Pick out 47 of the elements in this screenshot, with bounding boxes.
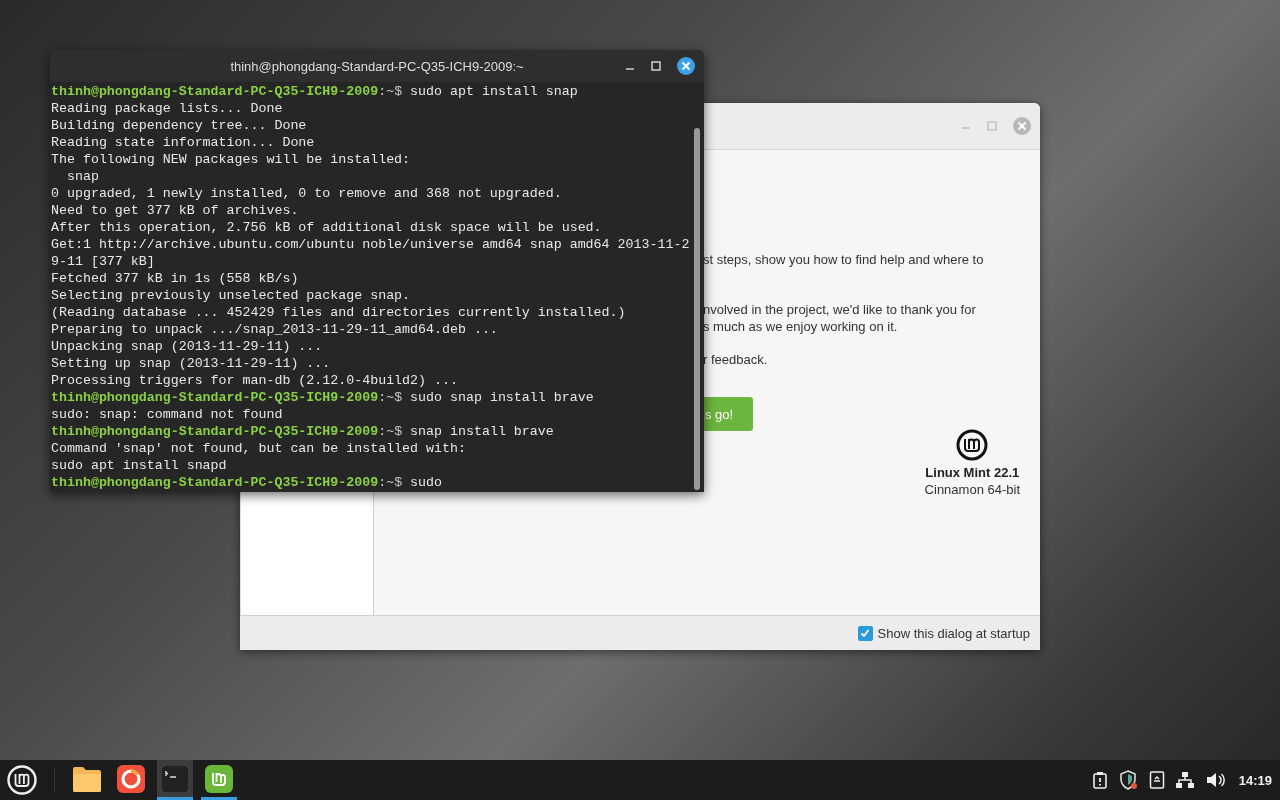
mint-logo-icon [205,764,233,793]
terminal-line: Fetched 377 kB in 1s (558 kB/s) [51,270,300,287]
terminal-line: thinh@phongdang-Standard-PC-Q35-ICH9-2009:~$ sudo snap install brave [51,389,595,406]
product-name: Linux Mint 22.1 [925,465,1020,481]
terminal-line: Unpacking snap (2013-11-29-11) ... [51,338,324,355]
shield-icon[interactable] [1118,770,1139,790]
paragraph-text: r feedback. [703,351,768,368]
terminal-icon [161,764,189,793]
terminal-line: Reading package lists... Done [51,100,284,117]
network-icon[interactable] [1174,771,1195,789]
paragraph-text: st steps, show you how to find help and where to [703,251,984,268]
folder-icon [72,764,102,793]
terminal-line: 0 upgraded, 1 newly installed, 0 to remove and 368 not upgraded. [51,185,563,202]
scrollbar-thumb[interactable] [693,128,700,490]
terminal-line: (Reading database ... 452429 files and directories currently installed.) [51,304,627,321]
terminal-line: sudo: snap: command not found [51,406,284,423]
terminal-line: Processing triggers for man-db (2.12.0-4build2) ... [51,372,459,389]
document-icon[interactable] [1148,771,1165,789]
terminal-line: 9-11 [377 kB] [51,253,156,270]
checkbox-label[interactable]: Show this dialog at startup [877,625,1030,641]
menu-icon[interactable] [6,764,38,796]
terminal-line: After this operation, 2.756 kB of additional disk space will be used. [51,219,603,236]
terminal-line: Building dependency tree... Done [51,117,308,134]
terminal-line: snap [65,168,100,185]
terminal-line: The following NEW packages will be installed: [51,151,412,168]
close-icon[interactable] [676,56,696,76]
terminal-line: thinh@phongdang-Standard-PC-Q35-ICH9-2009:~$ snap install brave [51,423,555,440]
terminal-line: sudo apt install snapd [51,457,228,474]
logo-icon [956,429,989,461]
terminal-line: Reading state information... Done [51,134,316,151]
edition-text: Cinnamon 64-bit [924,481,1020,498]
clipboard-icon[interactable] [1090,771,1109,789]
terminal-line: Preparing to unpack .../snap_2013-11-29-11_amd64.deb ... [51,321,499,338]
paragraph-text: nvolved in the project, we'd like to thank you for s much as we enjoy working on it. [703,301,976,335]
maximize-icon[interactable] [650,60,662,72]
clock-text[interactable]: 14:19 [1238,772,1272,788]
terminal-line: Need to get 377 kB of archives. [51,202,300,219]
terminal-line: Selecting previously unselected package snap. [51,287,412,304]
volume-icon[interactable] [1204,771,1225,789]
checkbox[interactable] [857,625,873,641]
terminal-line: Get:1 http://archive.ubuntu.com/ubuntu noble/universe amd64 snap amd64 2013-11-2 [51,236,690,253]
terminal-line: thinh@phongdang-Standard-PC-Q35-ICH9-2009:~$ sudo apt install snap [51,83,579,100]
browser-icon [117,764,145,793]
window-title: thinh@phongdang-Standard-PC-Q35-ICH9-2009:~ [230,58,524,74]
terminal-line: Setting up snap (2013-11-29-11) ... [51,355,332,372]
terminal-line: thinh@phongdang-Standard-PC-Q35-ICH9-2009:~$ sudo [51,474,444,491]
terminal-line: Command 'snap' not found, but can be installed with: [51,440,467,457]
